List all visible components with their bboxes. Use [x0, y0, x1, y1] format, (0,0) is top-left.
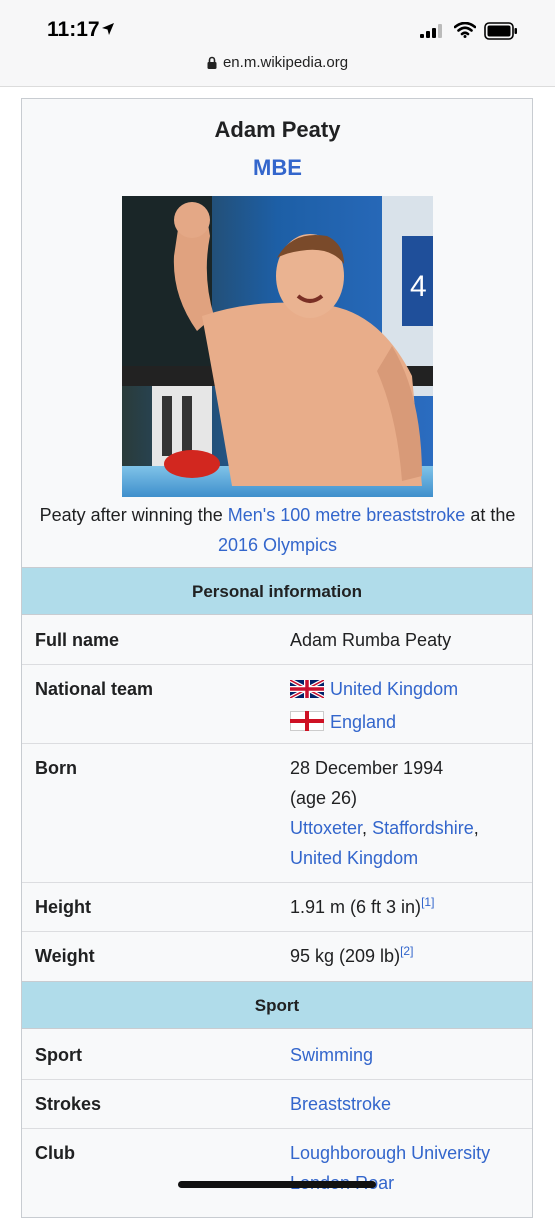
row-divider [22, 1128, 532, 1129]
row-divider [22, 664, 532, 665]
value-height: 1.91 m (6 ft 3 in)[1] [290, 892, 530, 922]
row-divider [22, 1079, 532, 1080]
value-weight: 95 kg (209 lb)[2] [290, 941, 530, 971]
link-united-kingdom[interactable]: United Kingdom [330, 679, 458, 699]
value-sport: Swimming [290, 1040, 530, 1070]
caption-text-mid: at the [465, 505, 516, 525]
row-divider [22, 931, 532, 932]
reference-1-link[interactable]: [1] [421, 895, 434, 909]
value-born: 28 December 1994 (age 26) Uttoxeter, Sta… [290, 753, 530, 873]
link-uttoxeter[interactable]: Uttoxeter [290, 818, 362, 838]
england-flag-icon [290, 710, 324, 740]
link-breaststroke[interactable]: Breaststroke [290, 1094, 391, 1114]
caption-text: Peaty after winning the [39, 505, 228, 525]
weight-text: 95 kg (209 lb) [290, 946, 401, 966]
birth-date: 28 December 1994 [290, 758, 444, 778]
value-strokes: Breaststroke [290, 1089, 530, 1119]
label-born: Born [35, 758, 77, 778]
link-england[interactable]: England [330, 712, 396, 732]
honorific-link[interactable]: MBE [0, 155, 555, 181]
infobox-title: Adam Peaty [214, 117, 341, 142]
url-text: en.m.wikipedia.org [222, 54, 349, 71]
uk-flag-icon [289, 677, 325, 707]
lock-icon [207, 56, 217, 73]
row-divider [22, 882, 532, 883]
url-bar[interactable]: en.m.wikipedia.org [0, 54, 555, 73]
label-strokes: Strokes [35, 1094, 102, 1114]
row-divider [22, 743, 532, 744]
separator: , [473, 818, 479, 838]
height-text: 1.91 m (6 ft 3 in) [290, 897, 422, 917]
label-full-name: Full name [35, 630, 120, 650]
athlete-photo[interactable]: 4 [122, 196, 433, 497]
reference-2-link[interactable]: [2] [400, 944, 413, 958]
browser-status-bar: 11:17 en.m.wikipedia.org [0, 0, 555, 87]
label-weight: Weight [35, 946, 95, 966]
cellular-signal-icon [420, 24, 444, 43]
battery-icon [484, 22, 518, 45]
svg-text:4: 4 [410, 270, 427, 303]
caption-link-olympics[interactable]: 2016 Olympics [218, 535, 337, 555]
label-sport: Sport [35, 1045, 82, 1065]
caption-link-event[interactable]: Men's 100 metre breaststroke [228, 505, 466, 525]
location-arrow-icon [101, 22, 115, 41]
value-national-team: United Kingdom England [289, 674, 530, 740]
section-header-sport: Sport [22, 981, 532, 1029]
value-club: Loughborough University London Roar [290, 1138, 530, 1198]
home-indicator[interactable] [178, 1181, 376, 1188]
link-loughborough-university[interactable]: Loughborough University [290, 1143, 490, 1163]
link-united-kingdom-birthplace[interactable]: United Kingdom [290, 848, 418, 868]
label-club: Club [35, 1143, 75, 1163]
wifi-icon [453, 21, 477, 43]
age: (age 26) [290, 788, 358, 808]
label-height: Height [35, 897, 91, 917]
link-swimming[interactable]: Swimming [290, 1045, 373, 1065]
photo-caption: Peaty after winning the Men's 100 metre … [30, 500, 525, 560]
label-national-team: National team [35, 679, 154, 699]
value-full-name: Adam Rumba Peaty [290, 630, 452, 650]
separator: , [362, 818, 373, 838]
clock: 11:17 [47, 18, 100, 41]
section-header-personal: Personal information [22, 567, 532, 615]
link-staffordshire[interactable]: Staffordshire [372, 818, 474, 838]
